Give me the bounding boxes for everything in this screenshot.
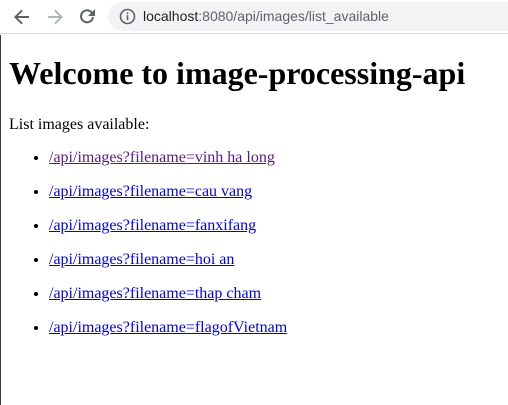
url-text[interactable]: localhost:8080/api/images/list_available: [143, 8, 389, 25]
image-link[interactable]: /api/images?filename=thap cham: [49, 285, 261, 302]
page-heading: Welcome to image-processing-api: [9, 55, 466, 91]
forward-button[interactable]: [42, 4, 68, 30]
info-circle-icon[interactable]: [119, 8, 136, 25]
list-item: /api/images?filename=thap cham: [49, 284, 287, 303]
list-item: /api/images?filename=cau vang: [49, 182, 287, 201]
list-item: /api/images?filename=hoi an: [49, 250, 287, 269]
reload-icon: [80, 9, 95, 24]
list-item: /api/images?filename=fanxifang: [49, 216, 287, 235]
back-button[interactable]: [9, 4, 35, 30]
image-link[interactable]: /api/images?filename=cau vang: [49, 183, 252, 200]
browser-toolbar: localhost:8080/api/images/list_available: [0, 0, 508, 34]
arrow-right-icon: [48, 9, 63, 25]
reload-button[interactable]: [74, 4, 100, 30]
address-bar[interactable]: localhost:8080/api/images/list_available: [108, 2, 508, 31]
arrow-left-icon: [14, 9, 29, 25]
image-link[interactable]: /api/images?filename=flagofVietnam: [49, 319, 287, 336]
url-host: localhost: [143, 8, 199, 24]
image-link[interactable]: /api/images?filename=fanxifang: [49, 217, 256, 234]
image-list: /api/images?filename=vinh ha long /api/i…: [9, 148, 287, 352]
url-path: :8080/api/images/list_available: [198, 8, 389, 24]
intro-text: List images available:: [9, 116, 150, 133]
list-item: /api/images?filename=flagofVietnam: [49, 318, 287, 337]
image-link[interactable]: /api/images?filename=hoi an: [49, 251, 234, 268]
list-item: /api/images?filename=vinh ha long: [49, 148, 287, 167]
page-content: Welcome to image-processing-api List ima…: [0, 35, 508, 405]
image-link[interactable]: /api/images?filename=vinh ha long: [49, 149, 275, 166]
